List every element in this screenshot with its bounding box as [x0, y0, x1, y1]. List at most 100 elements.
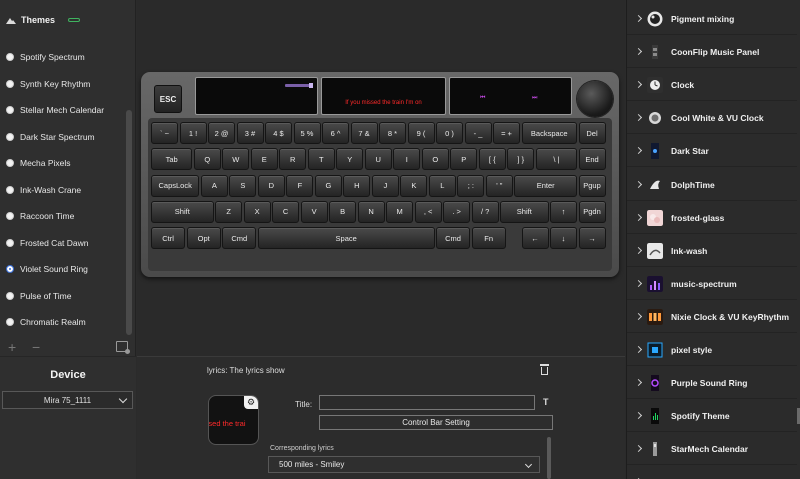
key[interactable]: ; : [457, 174, 485, 197]
key[interactable]: C [272, 200, 300, 223]
theme-item[interactable]: Mecha Pixels [0, 150, 126, 177]
key[interactable]: M [386, 200, 414, 223]
key[interactable]: V [300, 200, 328, 223]
chevron-right-icon[interactable] [634, 246, 643, 254]
esc-key[interactable]: ESC [154, 85, 182, 113]
key[interactable]: X [243, 200, 271, 223]
key[interactable]: 3 # [236, 122, 264, 144]
radio-icon[interactable] [6, 106, 14, 115]
theme-settings-icon[interactable] [116, 341, 130, 354]
key[interactable]: 0 ) [436, 122, 463, 144]
screen-right[interactable]: ⏮ ⏭ [449, 77, 572, 115]
key[interactable]: Space [257, 227, 435, 250]
chevron-right-icon[interactable] [634, 147, 643, 155]
library-item[interactable]: Nixie Clock & VU KeyRhythm [627, 302, 797, 333]
theme-item[interactable]: Dark Star Spectrum [0, 124, 126, 151]
library-item[interactable]: pixel style [627, 335, 797, 366]
theme-item[interactable]: Frosted Cat Dawn [0, 230, 126, 257]
key[interactable]: CapsLock [151, 174, 200, 197]
key[interactable]: F [286, 174, 314, 197]
key[interactable]: G [314, 174, 342, 197]
key[interactable]: H [343, 174, 371, 197]
theme-list-scrollbar[interactable] [126, 110, 132, 335]
key[interactable]: S [229, 174, 257, 197]
chevron-right-icon[interactable] [634, 279, 643, 287]
chevron-right-icon[interactable] [634, 180, 643, 188]
key[interactable]: A [200, 174, 228, 197]
key[interactable]: U [364, 148, 392, 171]
library-item[interactable]: Dark Star [627, 136, 797, 168]
key[interactable]: Z [215, 200, 243, 223]
add-theme-button[interactable]: + [8, 340, 16, 354]
key[interactable]: 2 @ [208, 122, 235, 144]
library-item[interactable]: Pigment mixing [627, 4, 797, 35]
key[interactable]: E [250, 148, 278, 171]
chevron-right-icon[interactable] [634, 48, 643, 56]
key[interactable]: K [400, 174, 428, 197]
key[interactable]: T [307, 148, 335, 171]
key[interactable]: - _ [464, 122, 492, 144]
trash-icon[interactable] [540, 364, 549, 375]
key[interactable]: ↑ [550, 200, 577, 223]
theme-item[interactable]: Ink-Wash Crane [0, 177, 126, 204]
radio-icon[interactable] [6, 185, 14, 194]
key[interactable]: ← [521, 227, 549, 250]
key[interactable]: Opt [186, 227, 221, 250]
key[interactable]: Pgdn [578, 200, 606, 223]
key[interactable]: Del [578, 122, 606, 144]
key[interactable]: L [428, 174, 456, 197]
remove-theme-button[interactable]: − [32, 340, 40, 354]
key[interactable]: End [578, 148, 606, 171]
key[interactable]: W [222, 148, 250, 171]
library-item[interactable]: CoonFlip Music Panel [627, 37, 797, 69]
corresponding-lyrics-select[interactable]: 500 miles - Smiley [268, 456, 540, 473]
key[interactable]: Pgup [578, 174, 606, 197]
key[interactable]: \ | [535, 148, 577, 171]
theme-item[interactable]: Spotify Spectrum [0, 44, 126, 71]
toggle-indicator-icon[interactable] [68, 18, 81, 22]
library-item[interactable]: music-spectrum [627, 269, 797, 300]
screen-left[interactable] [195, 77, 318, 115]
key[interactable]: R [279, 148, 307, 171]
radio-icon[interactable] [6, 318, 14, 327]
key[interactable]: N [357, 200, 385, 223]
key[interactable]: Cmd [222, 227, 257, 250]
chevron-right-icon[interactable] [634, 312, 643, 320]
key[interactable]: Tab [151, 148, 193, 171]
key[interactable]: B [329, 200, 357, 223]
radio-selected-icon[interactable] [6, 265, 14, 274]
theme-item[interactable]: Chromatic Realm [0, 309, 126, 336]
key[interactable]: ' " [485, 174, 513, 197]
key[interactable]: 7 & [350, 122, 378, 144]
key[interactable]: → [578, 227, 606, 250]
chevron-right-icon[interactable] [634, 412, 643, 420]
key[interactable]: 8 * [379, 122, 406, 144]
key[interactable]: 4 $ [265, 122, 292, 144]
control-bar-setting-button[interactable]: Control Bar Setting [319, 415, 553, 430]
key[interactable]: 1 ! [179, 122, 207, 144]
key[interactable]: , < [414, 200, 442, 223]
radio-icon[interactable] [6, 212, 14, 221]
theme-item[interactable]: Stellar Mech Calendar [0, 97, 126, 124]
form-scrollbar[interactable] [547, 437, 551, 479]
key[interactable]: Enter [514, 174, 577, 197]
chevron-right-icon[interactable] [634, 14, 643, 23]
library-item[interactable]: Clock [627, 70, 797, 102]
key[interactable]: [ { [478, 148, 506, 171]
key[interactable]: Fn [471, 227, 506, 250]
theme-item[interactable]: Pulse of Time [0, 283, 126, 310]
radio-icon[interactable] [6, 238, 14, 247]
key[interactable]: ] } [507, 148, 535, 171]
key[interactable]: J [371, 174, 399, 197]
title-input[interactable] [319, 395, 535, 410]
key[interactable]: ` ~ [151, 122, 178, 144]
theme-item[interactable]: Raccoon Time [0, 203, 126, 230]
key[interactable]: . > [443, 200, 471, 223]
chevron-right-icon[interactable] [634, 345, 643, 354]
library-item[interactable]: Cool White & VU Clock [627, 103, 797, 135]
chevron-right-icon[interactable] [634, 114, 643, 122]
key[interactable]: ↓ [550, 227, 577, 250]
library-item[interactable]: StarMech Calendar [627, 434, 797, 466]
key[interactable]: Shift [151, 200, 214, 223]
key[interactable]: Y [336, 148, 364, 171]
